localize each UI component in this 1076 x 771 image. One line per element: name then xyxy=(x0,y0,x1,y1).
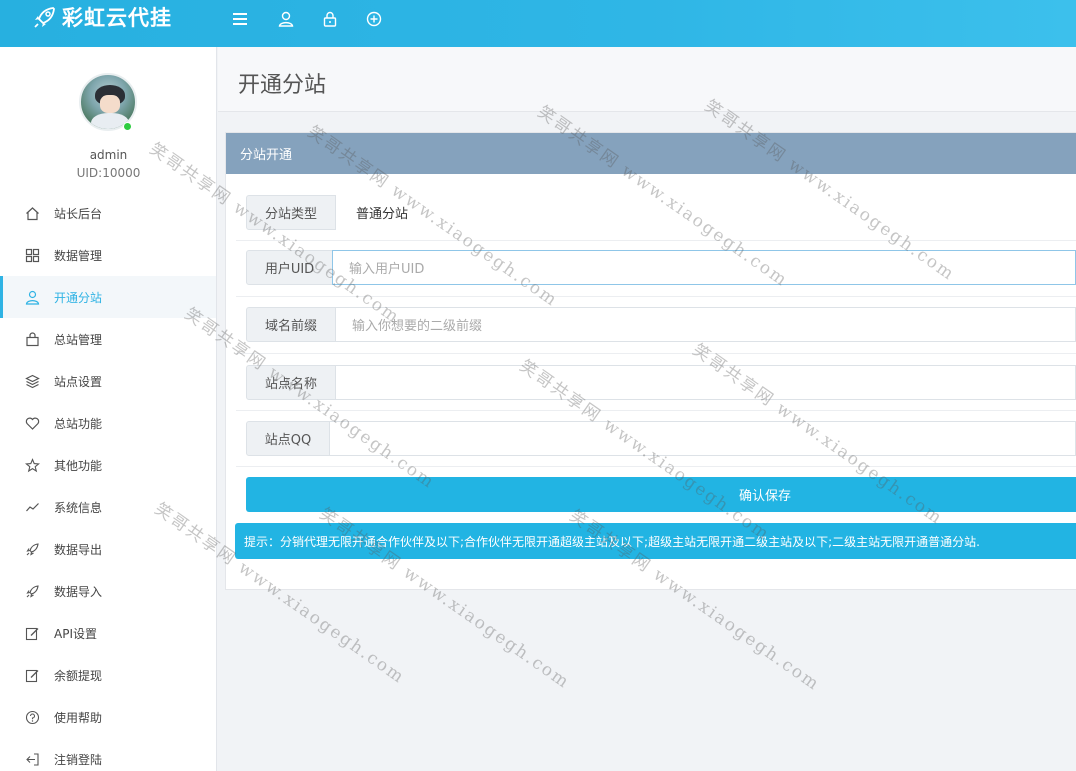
sidebar-item-data-export[interactable]: 数据导出 xyxy=(0,528,216,570)
trend-icon xyxy=(24,499,40,515)
layers-icon xyxy=(24,373,40,389)
help-icon xyxy=(24,709,40,725)
domain-prefix-label: 域名前缀 xyxy=(246,307,336,342)
add-button[interactable] xyxy=(352,8,396,30)
home-icon xyxy=(24,205,40,221)
sidebar-item-label: 开通分站 xyxy=(54,290,103,305)
sidebar-item-data[interactable]: 数据管理 xyxy=(0,234,216,276)
divider xyxy=(236,296,1076,297)
tip-message: 提示：分销代理无限开通合作伙伴及以下;合作伙伴无限开通超级主站及以下;超级主站无… xyxy=(235,523,1076,559)
sidebar-item-data-import[interactable]: 数据导入 xyxy=(0,570,216,612)
sidebar-item-system-info[interactable]: 系统信息 xyxy=(0,486,216,528)
edit-icon xyxy=(24,667,40,683)
logout-icon xyxy=(24,751,40,767)
bag-icon xyxy=(24,331,40,347)
grid-icon xyxy=(24,247,40,263)
menu-icon xyxy=(233,13,247,25)
divider xyxy=(236,240,1076,241)
divider xyxy=(236,353,1076,354)
open-substation-panel: 分站开通 xyxy=(225,132,1076,590)
sidebar-item-site-settings[interactable]: 站点设置 xyxy=(0,360,216,402)
sidebar-item-label: 站点设置 xyxy=(54,374,103,389)
sidebar-item-label: 余额提现 xyxy=(54,668,103,683)
sidebar-item-label: API设置 xyxy=(54,626,97,641)
divider xyxy=(236,410,1076,411)
rocket-icon xyxy=(24,541,40,557)
brand-title: 彩虹云代挂 xyxy=(62,6,172,30)
divider xyxy=(236,466,1076,467)
sidebar-item-label: 使用帮助 xyxy=(54,710,103,725)
top-bar: 彩虹云代挂 xyxy=(0,0,1076,47)
page-header: 开通分站 xyxy=(218,47,1076,112)
sidebar-item-label: 总站功能 xyxy=(54,416,103,431)
online-status-dot xyxy=(123,122,132,131)
sidebar-item-open-substation[interactable]: 开通分站 xyxy=(0,276,216,318)
heart-icon xyxy=(24,415,40,431)
sidebar-item-withdraw[interactable]: 余额提现 xyxy=(0,654,216,696)
sidebar-item-label: 系统信息 xyxy=(54,500,103,515)
sidebar-item-other-functions[interactable]: 其他功能 xyxy=(0,444,216,486)
username: admin xyxy=(89,148,128,162)
sidebar-item-label: 数据导入 xyxy=(54,584,103,599)
site-qq-label: 站点QQ xyxy=(246,421,330,456)
domain-prefix-input[interactable]: 输入你想要的二级前缀 xyxy=(336,307,1076,342)
panel-title: 分站开通 xyxy=(226,133,1076,174)
user-button[interactable] xyxy=(264,8,308,30)
plus-circle-icon xyxy=(366,11,382,27)
sidebar: admin UID:10000 站长后台 数据管理 开通分站 总站管理 站点设置… xyxy=(0,47,217,771)
user-uid-input[interactable]: 输入用户UID xyxy=(332,250,1076,285)
sidebar-item-label: 其他功能 xyxy=(54,458,103,473)
sidebar-item-label: 数据管理 xyxy=(54,248,103,263)
sidebar-item-label: 总站管理 xyxy=(54,332,103,347)
rocket-icon xyxy=(34,7,55,28)
sidebar-item-main-station[interactable]: 总站管理 xyxy=(0,318,216,360)
sidebar-item-label: 数据导出 xyxy=(54,542,103,557)
site-qq-input[interactable] xyxy=(330,421,1076,456)
confirm-save-button[interactable]: 确认保存 xyxy=(246,477,1076,512)
menu-toggle-button[interactable] xyxy=(230,8,250,30)
site-name-label: 站点名称 xyxy=(246,365,336,400)
site-type-select[interactable]: 普通分站 xyxy=(356,195,408,230)
sidebar-item-logout[interactable]: 注销登陆 xyxy=(0,738,216,771)
user-uid: UID:10000 xyxy=(76,166,141,180)
rocket-icon xyxy=(24,583,40,599)
page-title: 开通分站 xyxy=(238,73,327,98)
sidebar-item-label: 注销登陆 xyxy=(54,752,103,767)
sidebar-item-label: 站长后台 xyxy=(54,206,103,221)
brand[interactable]: 彩虹云代挂 xyxy=(32,0,172,34)
lock-button[interactable] xyxy=(308,8,352,30)
user-icon xyxy=(278,11,294,27)
star-icon xyxy=(24,457,40,473)
lock-icon xyxy=(323,11,337,27)
sidebar-nav: 站长后台 数据管理 开通分站 总站管理 站点设置 总站功能 其他功能 系统信息 xyxy=(0,192,216,771)
site-name-input[interactable] xyxy=(336,365,1076,400)
sidebar-item-api-settings[interactable]: API设置 xyxy=(0,612,216,654)
site-type-label: 分站类型 xyxy=(246,195,336,230)
sidebar-item-main-functions[interactable]: 总站功能 xyxy=(0,402,216,444)
edit-icon xyxy=(24,625,40,641)
sidebar-item-help[interactable]: 使用帮助 xyxy=(0,696,216,738)
user-icon xyxy=(24,289,40,305)
user-uid-label: 用户UID xyxy=(246,250,333,285)
sidebar-item-dashboard[interactable]: 站长后台 xyxy=(0,192,216,234)
